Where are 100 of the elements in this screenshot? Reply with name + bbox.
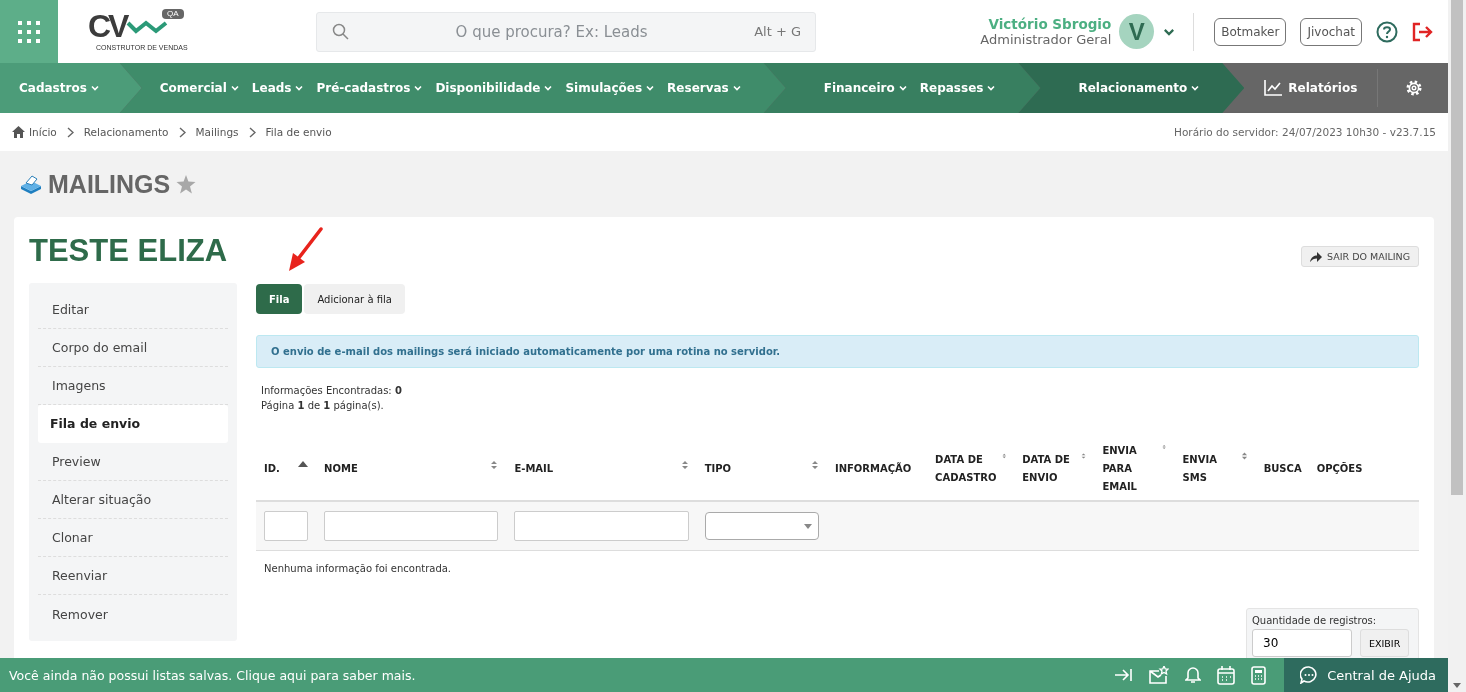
- mail-tray-icon: [20, 174, 42, 194]
- scroll-down-icon[interactable]: [1453, 683, 1461, 688]
- nav-menu-item[interactable]: Reservas: [667, 81, 742, 95]
- page-info: Página 1 de 1 página(s).: [261, 399, 385, 413]
- sidebar-item[interactable]: Editar: [38, 291, 228, 329]
- collapse-button[interactable]: [1115, 668, 1134, 682]
- notifications-button[interactable]: [1185, 666, 1202, 684]
- user-avatar[interactable]: V: [1119, 14, 1155, 49]
- chat-bubble-icon: [1300, 666, 1319, 684]
- sort-icon[interactable]: [1001, 451, 1007, 461]
- chevron-down-icon: [897, 83, 908, 93]
- column-header: TIPO: [704, 462, 732, 476]
- user-name: Victório Sbrogio: [988, 16, 1112, 32]
- breadcrumb-link[interactable]: Início: [29, 126, 57, 138]
- chevron-down-icon: [89, 83, 100, 93]
- sort-icon[interactable]: [1240, 451, 1248, 461]
- chevron-down-icon: [731, 83, 742, 93]
- sort-icon[interactable]: [1162, 442, 1167, 452]
- results-count: Informações Encontradas: 0: [261, 384, 403, 398]
- chevron-right-icon: [66, 126, 74, 138]
- sort-icon[interactable]: [810, 460, 819, 470]
- filter-select[interactable]: [704, 512, 819, 540]
- sidebar-item[interactable]: Preview: [38, 443, 228, 481]
- shortcut-hint: Alt + G: [754, 24, 801, 39]
- chevron-right-icon: [248, 126, 256, 138]
- breadcrumb-link[interactable]: Relacionamento: [83, 126, 169, 138]
- nav-menu-item[interactable]: Repasses: [919, 81, 997, 95]
- server-time: Horário do servidor: 24/07/2023 10h30 - v23.7.15: [1174, 126, 1436, 138]
- calculator-button[interactable]: [1251, 665, 1267, 685]
- info-alert: O envio de e-mail dos mailings será iniciado automaticamente por uma rotina no servidor.: [256, 335, 1419, 368]
- column-header: BUSCA: [1263, 462, 1302, 476]
- exit-mailing-button[interactable]: SAIR DO MAILING: [1301, 246, 1419, 267]
- search-bar[interactable]: O que procura? Ex: Leads Alt + G: [316, 11, 816, 52]
- favorite-star-icon[interactable]: [176, 174, 197, 194]
- chat-integration-button[interactable]: Botmaker: [1214, 17, 1287, 46]
- chevron-down-icon: [986, 83, 997, 93]
- nav-menu-item[interactable]: Pré-cadastros: [316, 81, 424, 95]
- help-center-button[interactable]: Central de Ajuda: [1284, 658, 1448, 692]
- calendar-button[interactable]: [1217, 665, 1236, 685]
- user-role: Administrador Geral: [980, 32, 1112, 47]
- filter-input[interactable]: [324, 511, 499, 541]
- bell-icon: [1185, 666, 1202, 684]
- search-field[interactable]: O que procura? Ex: Leads: [349, 22, 755, 41]
- filter-input[interactable]: [514, 511, 689, 541]
- page-size-label: Quantidade de registros:: [1252, 615, 1378, 626]
- grid-icon: [17, 19, 41, 44]
- logout-icon[interactable]: [1412, 21, 1434, 42]
- breadcrumb-link[interactable]: Fila de envio: [265, 126, 332, 138]
- nav-menu-item[interactable]: Simulações: [565, 81, 656, 95]
- chevron-down-icon: [413, 83, 424, 93]
- column-header: INFORMAÇÃO: [834, 461, 912, 476]
- nav-menu-item[interactable]: Disponibilidade: [435, 81, 554, 95]
- share-arrow-icon: [1310, 251, 1322, 262]
- page-size-input[interactable]: 30: [1252, 629, 1352, 657]
- logo-text: CV: [88, 8, 127, 43]
- filter-input[interactable]: [264, 511, 309, 541]
- help-icon[interactable]: [1376, 20, 1398, 43]
- breadcrumb-link[interactable]: Mailings: [195, 126, 239, 138]
- apps-menu-button[interactable]: [0, 0, 58, 63]
- chevron-right-icon: [178, 126, 186, 138]
- sidebar-item[interactable]: Remover: [38, 595, 228, 633]
- chevron-down-icon: [294, 83, 305, 93]
- tab[interactable]: Fila: [256, 284, 303, 314]
- column-header: ENVIA SMS: [1182, 453, 1218, 485]
- calendar-icon: [1217, 665, 1236, 685]
- nav-menu-item[interactable]: Leads: [251, 81, 305, 95]
- nav-menu-item[interactable]: Relacionamento: [1078, 81, 1201, 95]
- scrollbar-thumb[interactable]: [1451, 0, 1463, 495]
- home-icon: [12, 126, 25, 138]
- chat-integration-button[interactable]: Jivochat: [1300, 17, 1362, 46]
- sort-ascending-icon[interactable]: [298, 460, 309, 470]
- empty-message: Nenhuma informação foi encontrada.: [264, 563, 453, 574]
- sort-icon[interactable]: [680, 460, 689, 470]
- caret-down-icon: [803, 523, 812, 529]
- sidebar-item[interactable]: Clonar: [38, 519, 228, 557]
- page-title: MAILINGS: [48, 169, 171, 199]
- nav-menu-item[interactable]: Comercial: [159, 81, 240, 95]
- arrow-to-line-icon: [1115, 668, 1134, 682]
- reports-link[interactable]: Relatórios: [1244, 63, 1378, 113]
- nav-menu-item[interactable]: Financeiro: [823, 81, 908, 95]
- column-header: DATA DE ENVIO: [1022, 453, 1071, 485]
- show-button[interactable]: EXIBIR: [1360, 629, 1410, 657]
- scrollbar[interactable]: [1448, 0, 1466, 692]
- sidebar-item[interactable]: Fila de envio: [38, 405, 228, 443]
- tab[interactable]: Adicionar à fila: [304, 284, 405, 314]
- chevron-down-icon: [229, 83, 240, 93]
- column-header: DATA DE CADASTRO: [935, 453, 998, 485]
- sort-icon[interactable]: [490, 460, 499, 470]
- column-header: ID.: [264, 462, 280, 476]
- sort-icon[interactable]: [1081, 451, 1087, 461]
- line-chart-icon: [1264, 80, 1283, 96]
- chevron-down-icon: [645, 83, 656, 93]
- mailing-title: TESTE ELIZA: [29, 232, 228, 270]
- sidebar-item[interactable]: Corpo do email: [38, 329, 228, 367]
- mail-star-button[interactable]: [1149, 666, 1170, 684]
- chevron-down-icon: [543, 83, 554, 93]
- sidebar-item[interactable]: Alterar situação: [38, 481, 228, 519]
- logo-badge: QA: [162, 8, 184, 19]
- column-header: E-MAIL: [514, 462, 554, 476]
- sidebar-item[interactable]: Reenviar: [38, 557, 228, 595]
